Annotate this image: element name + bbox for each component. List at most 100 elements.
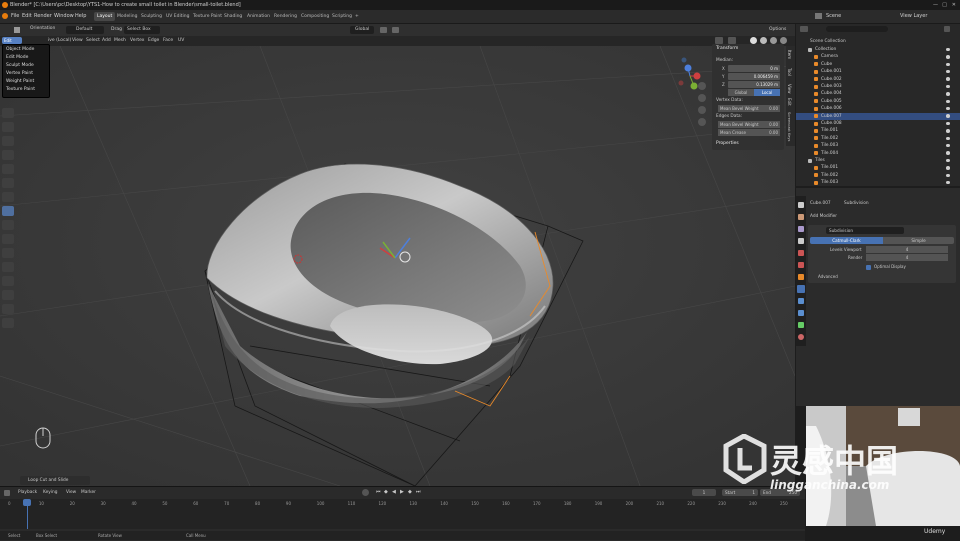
data-tab-icon[interactable] [798, 322, 804, 328]
outliner-editor-icon[interactable] [800, 26, 808, 32]
shrink-tool-icon[interactable] [2, 290, 14, 300]
tab-item[interactable]: Item [787, 50, 792, 59]
snap-icon[interactable] [380, 27, 387, 33]
visibility-eye-icon[interactable] [946, 62, 950, 67]
outliner-row[interactable]: Tile.003 [796, 179, 960, 186]
vertex-bevel-weight-field[interactable]: Mean Bevel Weight 0.00 [718, 105, 780, 112]
measure-tool-icon[interactable] [2, 136, 14, 146]
last-operator-panel[interactable]: Loop Cut and Slide [20, 476, 90, 485]
mode-edit[interactable]: Edit Mode [6, 55, 28, 60]
scene-collection-label[interactable]: Scene Collection [810, 39, 846, 44]
outliner-row[interactable]: Cube.001 [796, 68, 960, 75]
particles-tab-icon[interactable] [798, 298, 804, 304]
mode-weight-paint[interactable]: Weight Paint [6, 79, 34, 84]
jump-end-icon[interactable]: ⏭ [416, 489, 421, 495]
visibility-eye-icon[interactable] [946, 166, 950, 170]
workspace-tab-animation[interactable]: Animation [244, 12, 273, 21]
timeline-menu-marker[interactable]: Marker [81, 490, 96, 495]
workspace-tab-sculpting[interactable]: Sculpting [138, 12, 165, 21]
shading-material-icon[interactable] [770, 37, 777, 44]
inset-tool-icon[interactable] [2, 178, 14, 188]
workspace-tab-modeling[interactable]: Modeling [114, 12, 140, 21]
workspace-tab-uv-editing[interactable]: UV Editing [163, 12, 192, 21]
drag-dropdown[interactable]: Select Box [124, 26, 160, 34]
workspace-tab-shading[interactable]: Shading [221, 12, 245, 21]
render-levels-field[interactable]: 4 [866, 254, 948, 261]
mode-sculpt[interactable]: Sculpt Mode [6, 63, 34, 68]
object-tab-icon[interactable] [798, 274, 804, 280]
viewport-menu-select[interactable]: Select [86, 38, 100, 43]
outliner-row[interactable]: Tile.004 [796, 150, 960, 157]
tab-edit[interactable]: Edit [787, 98, 792, 106]
workspace-tab-rendering[interactable]: Rendering [271, 12, 300, 21]
current-frame-field[interactable]: 1 [692, 489, 716, 496]
workspace-tab-texture-paint[interactable]: Texture Paint [190, 12, 225, 21]
menu-window[interactable]: Window [54, 13, 74, 19]
tab-tool[interactable]: Tool [787, 68, 792, 76]
transform-orientation-dropdown[interactable]: Global [350, 26, 374, 34]
catmull-clark-toggle[interactable]: Catmull-Clark [810, 237, 883, 244]
annotate-tool-icon[interactable] [2, 122, 14, 132]
options-dropdown[interactable]: Options [769, 27, 786, 32]
play-icon[interactable]: ▶ [400, 489, 404, 495]
timeline-menu-keying[interactable]: Keying [43, 490, 57, 495]
z-field[interactable]: 0.13029 m [728, 81, 780, 88]
levels-viewport-field[interactable]: 4 [866, 246, 948, 253]
timeline-editor-icon[interactable] [4, 490, 10, 496]
outliner-row[interactable]: Cube.007 [796, 112, 960, 120]
outliner-row[interactable]: Tile.002 [796, 135, 960, 142]
visibility-eye-icon[interactable] [946, 84, 950, 89]
pan-icon[interactable] [698, 94, 706, 102]
visibility-eye-icon[interactable] [946, 173, 950, 178]
viewport-menu-vertex[interactable]: Vertex [130, 38, 144, 43]
tab-view[interactable]: View [787, 84, 792, 94]
minimize-icon[interactable]: — [933, 0, 938, 10]
outliner-row[interactable]: Tile.003 [796, 142, 960, 149]
mode-object[interactable]: Object Mode [6, 47, 34, 52]
x-field[interactable]: 0 m [728, 65, 780, 72]
visibility-eye-icon[interactable] [946, 77, 950, 81]
render-tab-icon[interactable] [798, 214, 804, 220]
maximize-icon[interactable]: □ [942, 0, 947, 10]
outliner-row[interactable]: Collection [796, 46, 960, 53]
jump-start-icon[interactable]: ⏮ [376, 489, 381, 495]
visibility-eye-icon[interactable] [946, 180, 950, 185]
view-layer-tab-icon[interactable] [798, 238, 804, 244]
modifier-name-input[interactable]: Subdivision [826, 227, 904, 234]
y-field[interactable]: 0.006459 m [728, 73, 780, 80]
scene-tab-icon[interactable] [798, 250, 804, 256]
viewport-menu-edge[interactable]: Edge [148, 38, 159, 43]
outliner-row[interactable]: Cube [796, 61, 960, 68]
visibility-eye-icon[interactable] [946, 158, 950, 163]
play-reverse-icon[interactable]: ◀ [392, 489, 396, 495]
mode-vertex-paint[interactable]: Vertex Paint [6, 71, 33, 76]
visibility-eye-icon[interactable] [946, 136, 950, 141]
visibility-eye-icon[interactable] [946, 151, 950, 155]
bevel-tool-icon[interactable] [2, 192, 14, 202]
add-cube-tool-icon[interactable] [2, 150, 14, 160]
visibility-eye-icon[interactable] [946, 55, 950, 59]
material-tab-icon[interactable] [798, 334, 804, 340]
mode-selector[interactable]: Edit Mode [2, 37, 22, 50]
outliner-row[interactable]: Cube.003 [796, 83, 960, 90]
extrude-tool-icon[interactable] [2, 164, 14, 174]
close-icon[interactable]: ✕ [952, 0, 956, 10]
playhead[interactable] [23, 499, 31, 506]
world-tab-icon[interactable] [798, 262, 804, 268]
outliner-search-input[interactable] [826, 26, 888, 32]
knife-tool-icon[interactable] [2, 220, 14, 230]
record-icon[interactable] [362, 489, 369, 496]
outliner-row[interactable]: Cube.008 [796, 120, 960, 127]
visibility-eye-icon[interactable] [946, 47, 950, 52]
outliner-row[interactable]: Camera [796, 53, 960, 60]
visibility-eye-icon[interactable] [946, 143, 950, 148]
add-modifier-button[interactable]: Add Modifier [810, 214, 837, 219]
edge-bevel-weight-field[interactable]: Mean Bevel Weight 0.00 [718, 121, 780, 128]
zoom-icon[interactable] [698, 82, 706, 90]
modifier-tab-icon[interactable] [797, 285, 805, 293]
output-tab-icon[interactable] [798, 226, 804, 232]
advanced-subpanel[interactable]: Advanced [818, 274, 838, 279]
mode-texture-paint[interactable]: Texture Paint [6, 87, 35, 92]
transform-tool-icon[interactable] [2, 108, 14, 118]
tool-tab-icon[interactable] [798, 202, 804, 208]
